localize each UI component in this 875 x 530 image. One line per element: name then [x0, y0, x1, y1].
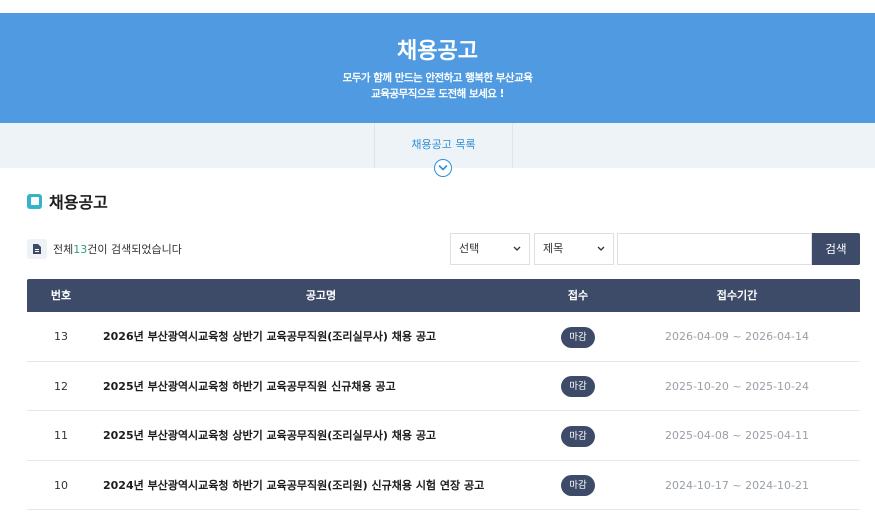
field-select-value: 제목: [543, 242, 564, 255]
row-status: 마감: [547, 461, 609, 510]
hero-subtitle-line1: 모두가 함께 만드는 안전하고 행복한 부산교육: [342, 72, 533, 84]
chevron-down-icon[interactable]: [434, 159, 452, 177]
summary-suffix: 건이 검색되었습니다: [87, 243, 182, 256]
document-icon: [27, 239, 47, 259]
row-number: 10: [54, 478, 68, 492]
tab-label: 채용공고 목록: [411, 138, 476, 151]
chevron-down-icon: [513, 246, 521, 251]
status-badge: 마감: [561, 475, 595, 496]
chevron-down-icon: [597, 246, 605, 251]
row-title-link[interactable]: 2024년 부산광역시교육청 하반기 교육공무직원(조리원) 신규채용 시험 연…: [103, 461, 543, 510]
summary-prefix: 전체: [53, 243, 74, 256]
header-number: 번호: [50, 289, 72, 302]
field-select[interactable]: 제목: [534, 233, 614, 265]
top-strip: [0, 0, 875, 13]
table-header: 번호 공고명 접수 접수기간: [27, 279, 860, 312]
row-number: 11: [54, 429, 68, 442]
section-title: 채용공고: [27, 190, 108, 212]
category-select-value: 선택: [459, 242, 480, 255]
square-bullet-icon: [27, 193, 42, 209]
status-badge: 마감: [561, 425, 595, 447]
search-input[interactable]: [617, 233, 812, 265]
row-period: 2025-04-08 ~ 2025-04-11: [664, 429, 810, 442]
row-title-link[interactable]: 2026년 부산광역시교육청 상반기 교육공무직원(조리실무사) 채용 공고: [103, 312, 543, 361]
row-period: 2026-04-09 ~ 2026-04-14: [664, 330, 810, 343]
row-title-link[interactable]: 2025년 부산광역시교육청 상반기 교육공무직원(조리실무사) 채용 공고: [103, 411, 543, 460]
result-summary: 전체 13 건이 검색되었습니다: [27, 239, 182, 259]
hero-banner: 채용공고 모두가 함께 만드는 안전하고 행복한 부산교육 교육공무직으로 도전…: [0, 13, 875, 123]
row-title-link[interactable]: 2025년 부산광역시교육청 하반기 교육공무직원 신규채용 공고: [103, 362, 543, 411]
category-select[interactable]: 선택: [450, 233, 530, 265]
row-status: 마감: [547, 362, 609, 411]
header-status: 접수: [567, 289, 589, 302]
row-period: 2025-10-20 ~ 2025-10-24: [664, 379, 810, 393]
section-title-text: 채용공고: [49, 193, 108, 212]
header-period: 접수기간: [716, 289, 758, 302]
table-row[interactable]: 11 2025년 부산광역시교육청 상반기 교육공무직원(조리실무사) 채용 공…: [27, 411, 860, 461]
job-postings-table: 번호 공고명 접수 접수기간 13 2026년 부산광역시교육청 상반기 교육공…: [27, 279, 860, 510]
status-badge: 마감: [561, 326, 595, 348]
hero-subtitle-line2: 교육공무직으로 도전해 보세요 !: [371, 88, 504, 100]
result-count: 13: [73, 242, 88, 256]
row-status: 마감: [547, 411, 609, 460]
hero-title: 채용공고: [397, 39, 478, 64]
table-row[interactable]: 10 2024년 부산광역시교육청 하반기 교육공무직원(조리원) 신규채용 시…: [27, 461, 860, 510]
status-badge: 마감: [561, 376, 595, 397]
header-title: 공고명: [305, 289, 337, 302]
table-row[interactable]: 13 2026년 부산광역시교육청 상반기 교육공무직원(조리실무사) 채용 공…: [27, 312, 860, 362]
row-number: 12: [54, 379, 68, 393]
search-button[interactable]: 검색: [812, 233, 860, 265]
table-row[interactable]: 12 2025년 부산광역시교육청 하반기 교육공무직원 신규채용 공고 마감 …: [27, 362, 860, 411]
row-number: 13: [54, 330, 68, 343]
row-status: 마감: [547, 312, 609, 361]
row-period: 2024-10-17 ~ 2024-10-21: [664, 478, 810, 492]
